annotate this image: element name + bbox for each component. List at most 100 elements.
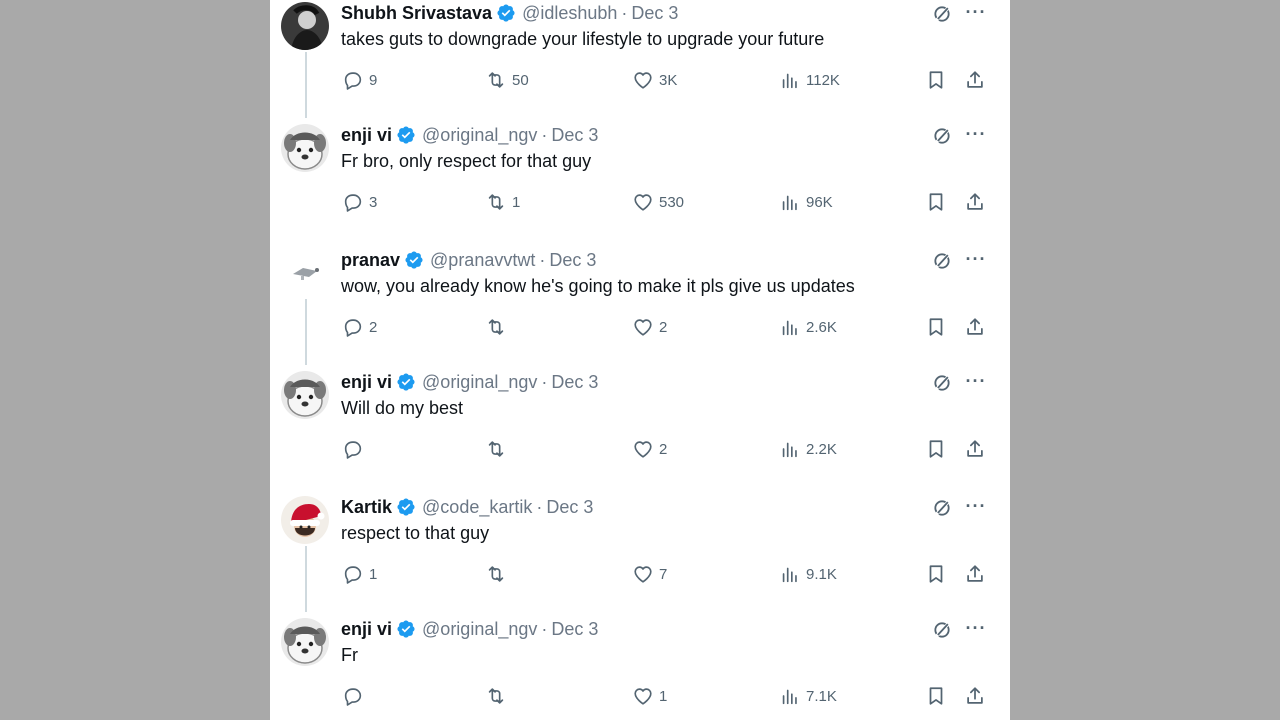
more-icon[interactable]: ··· xyxy=(965,496,987,516)
display-name[interactable]: pranav xyxy=(341,250,400,271)
share-button[interactable] xyxy=(964,682,986,710)
timestamp[interactable]: Dec 3 xyxy=(551,619,598,640)
display-name[interactable]: Kartik xyxy=(341,497,392,518)
views-button[interactable]: 2.6K xyxy=(779,313,837,341)
verified-badge-icon xyxy=(397,373,415,391)
timestamp[interactable]: Dec 3 xyxy=(549,250,596,271)
reply-button[interactable] xyxy=(342,435,364,463)
retweet-count: 50 xyxy=(512,71,529,89)
grok-icon[interactable] xyxy=(932,373,952,393)
verified-badge-icon xyxy=(397,498,415,516)
like-count: 3K xyxy=(659,71,678,89)
retweet-button[interactable]: 1 xyxy=(485,188,520,216)
tweet[interactable]: Shubh Srivastava @idleshubh · Dec 3 take… xyxy=(270,0,1010,122)
like-button[interactable]: 1 xyxy=(632,682,667,710)
bookmark-button[interactable] xyxy=(925,313,947,341)
share-button[interactable] xyxy=(964,313,986,341)
bookmark-button[interactable] xyxy=(925,682,947,710)
handle[interactable]: @original_ngv xyxy=(422,619,537,640)
tweet[interactable]: enji vi @original_ngv · Dec 3 Fr bro, on… xyxy=(270,122,1010,244)
avatar[interactable] xyxy=(281,124,329,172)
like-button[interactable]: 2 xyxy=(632,435,667,463)
view-count: 96K xyxy=(806,193,833,211)
handle[interactable]: @code_kartik xyxy=(422,497,532,518)
retweet-count: 1 xyxy=(512,193,521,211)
views-icon xyxy=(782,689,797,705)
bookmark-button[interactable] xyxy=(925,560,947,588)
reply-button[interactable]: 3 xyxy=(342,188,377,216)
handle[interactable]: @idleshubh xyxy=(522,3,617,24)
share-button[interactable] xyxy=(964,188,986,216)
more-icon[interactable]: ··· xyxy=(965,371,987,391)
like-count: 1 xyxy=(659,687,668,705)
views-button[interactable]: 7.1K xyxy=(779,682,837,710)
reply-button[interactable] xyxy=(342,682,364,710)
handle[interactable]: @original_ngv xyxy=(422,372,537,393)
display-name[interactable]: enji vi xyxy=(341,619,392,640)
tweet[interactable]: Kartik @code_kartik · Dec 3 respect to t… xyxy=(270,494,1010,616)
like-button[interactable]: 530 xyxy=(632,188,684,216)
retweet-button[interactable] xyxy=(485,560,507,588)
more-icon[interactable]: ··· xyxy=(965,249,987,269)
avatar[interactable] xyxy=(281,249,329,297)
retweet-button[interactable]: 50 xyxy=(485,66,529,94)
avatar[interactable] xyxy=(281,371,329,419)
tweet-actions: 1 7 9.1K xyxy=(270,560,1010,588)
bookmark-button[interactable] xyxy=(925,435,947,463)
grok-icon[interactable] xyxy=(932,620,952,640)
views-icon xyxy=(782,567,797,583)
share-button[interactable] xyxy=(964,435,986,463)
grok-icon[interactable] xyxy=(932,4,952,24)
display-name[interactable]: enji vi xyxy=(341,125,392,146)
like-button[interactable]: 3K xyxy=(632,66,677,94)
more-icon[interactable]: ··· xyxy=(965,2,987,22)
tweet[interactable]: pranav @pranavvtwt · Dec 3 wow, you alre… xyxy=(270,247,1010,369)
grok-icon[interactable] xyxy=(932,498,952,518)
avatar[interactable] xyxy=(281,618,329,666)
retweet-button[interactable] xyxy=(485,313,507,341)
retweet-icon xyxy=(488,566,504,582)
timestamp[interactable]: Dec 3 xyxy=(631,3,678,24)
tweet[interactable]: enji vi @original_ngv · Dec 3 Fr ··· 1 7… xyxy=(270,616,1010,720)
tweet-text: Fr bro, only respect for that guy xyxy=(341,151,592,171)
like-button[interactable]: 2 xyxy=(632,313,667,341)
retweet-button[interactable] xyxy=(485,682,507,710)
timestamp[interactable]: Dec 3 xyxy=(551,125,598,146)
reply-button[interactable]: 2 xyxy=(342,313,377,341)
avatar[interactable] xyxy=(281,2,329,50)
share-icon xyxy=(967,318,983,335)
grok-icon[interactable] xyxy=(932,251,952,271)
timestamp[interactable]: Dec 3 xyxy=(546,497,593,518)
share-button[interactable] xyxy=(964,66,986,94)
timestamp[interactable]: Dec 3 xyxy=(551,372,598,393)
more-icon[interactable]: ··· xyxy=(965,618,987,638)
tweet-header: enji vi @original_ngv · Dec 3 xyxy=(341,370,598,394)
tweet-text: takes guts to downgrade your lifestyle t… xyxy=(341,29,825,49)
handle[interactable]: @pranavvtwt xyxy=(430,250,535,271)
reply-button[interactable]: 1 xyxy=(342,560,377,588)
like-button[interactable]: 7 xyxy=(632,560,667,588)
verified-badge-icon xyxy=(405,251,423,269)
bookmark-icon xyxy=(929,71,943,89)
bookmark-button[interactable] xyxy=(925,66,947,94)
bookmark-button[interactable] xyxy=(925,188,947,216)
retweet-button[interactable] xyxy=(485,435,507,463)
tweet-header: enji vi @original_ngv · Dec 3 xyxy=(341,123,598,147)
display-name[interactable]: enji vi xyxy=(341,372,392,393)
views-button[interactable]: 96K xyxy=(779,188,833,216)
share-button[interactable] xyxy=(964,560,986,588)
display-name[interactable]: Shubh Srivastava xyxy=(341,3,492,24)
views-button[interactable]: 9.1K xyxy=(779,560,837,588)
like-count: 7 xyxy=(659,565,668,583)
views-button[interactable]: 2.2K xyxy=(779,435,837,463)
avatar[interactable] xyxy=(281,496,329,544)
reply-button[interactable]: 9 xyxy=(342,66,377,94)
separator: · xyxy=(536,496,543,517)
bookmark-icon xyxy=(929,318,943,336)
grok-icon[interactable] xyxy=(932,126,952,146)
handle[interactable]: @original_ngv xyxy=(422,125,537,146)
tweet-text: Fr xyxy=(341,645,358,665)
tweet[interactable]: enji vi @original_ngv · Dec 3 Will do my… xyxy=(270,369,1010,491)
more-icon[interactable]: ··· xyxy=(965,124,987,144)
views-button[interactable]: 112K xyxy=(779,66,840,94)
